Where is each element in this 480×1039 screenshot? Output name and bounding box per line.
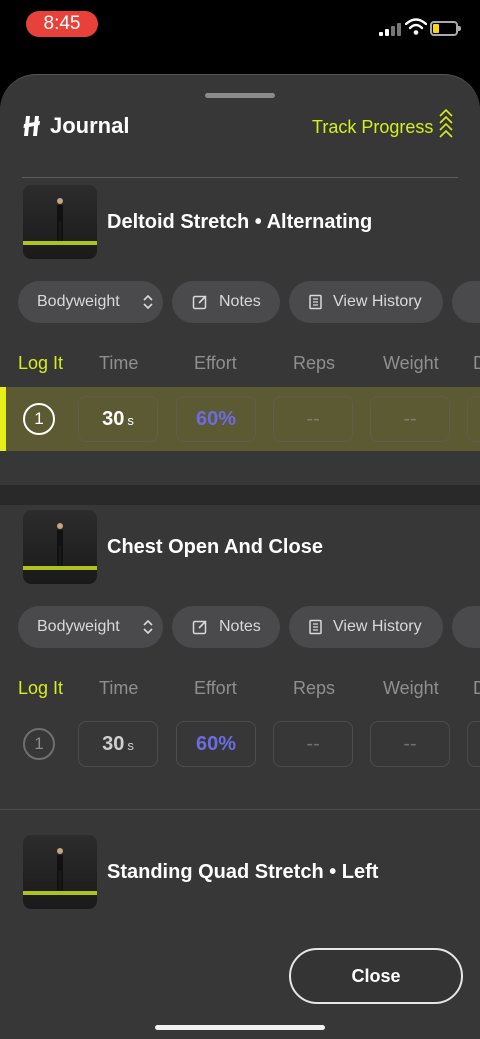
time-cell[interactable]: 30 s <box>78 721 158 767</box>
page-title: Journal <box>50 113 130 138</box>
exercise-title: Chest Open And Close <box>107 536 323 558</box>
view-history-label: View History <box>333 293 422 310</box>
time-cell[interactable]: 30 s <box>78 396 158 442</box>
header-divider <box>22 177 458 178</box>
notes-button[interactable]: Notes <box>172 281 280 323</box>
exercise-figure-icon <box>57 198 63 241</box>
effort-cell[interactable]: 60% <box>176 396 256 442</box>
reps-cell[interactable]: -- <box>273 721 353 767</box>
extra-cell[interactable] <box>467 721 480 767</box>
journal-logo-icon <box>23 116 40 136</box>
edit-icon <box>192 620 207 635</box>
col-time: Time <box>99 678 139 698</box>
sheet-grabber[interactable] <box>205 93 275 98</box>
weight-cell[interactable]: -- <box>370 396 450 442</box>
weight-cell[interactable]: -- <box>370 721 450 767</box>
set-row[interactable]: 1 30 s 60% -- -- <box>0 712 480 776</box>
col-weight: Weight <box>383 678 439 698</box>
col-reps: Reps <box>293 678 336 698</box>
close-button[interactable]: Close <box>289 948 463 1004</box>
col-more: D <box>473 678 480 699</box>
notes-label: Notes <box>219 618 261 635</box>
book-icon <box>309 619 322 635</box>
swap-icon <box>143 619 153 635</box>
notes-button[interactable]: Notes <box>172 606 280 648</box>
equipment-selector[interactable]: Bodyweight <box>18 281 163 323</box>
col-time: Time <box>99 353 139 373</box>
col-effort: Effort <box>194 353 237 373</box>
col-log-it: Log It <box>18 353 64 373</box>
view-history-button[interactable]: View History <box>289 606 443 648</box>
exercise-title: Deltoid Stretch • Alternating <box>107 211 373 233</box>
col-more: D <box>473 353 480 374</box>
edit-icon <box>192 295 207 310</box>
track-progress-link[interactable]: Track Progress <box>312 117 433 138</box>
set-number[interactable]: 1 <box>23 403 55 435</box>
equipment-selector[interactable]: Bodyweight <box>18 606 163 648</box>
col-log-it: Log It <box>18 678 64 698</box>
exercise-thumbnail[interactable] <box>23 510 97 584</box>
exercise-title: Standing Quad Stretch • Left <box>107 861 379 883</box>
status-bar: 8:45 <box>0 0 480 50</box>
journal-header: Journal Track Progress <box>0 105 480 145</box>
col-weight: Weight <box>383 353 439 373</box>
equipment-label: Bodyweight <box>37 293 120 310</box>
exercise-thumbnail[interactable] <box>23 185 97 259</box>
chevrons-up-icon[interactable] <box>437 107 455 143</box>
active-indicator <box>0 387 6 451</box>
more-pill[interactable] <box>452 606 480 648</box>
swap-icon <box>143 294 153 310</box>
journal-sheet: Journal Track Progress Deltoid Stretch •… <box>0 74 480 1039</box>
reps-cell[interactable]: -- <box>273 396 353 442</box>
exercise-thumbnail[interactable] <box>23 835 97 909</box>
set-row[interactable]: 1 30 s 60% -- -- <box>0 387 480 451</box>
book-icon <box>309 294 322 310</box>
battery-icon <box>430 21 461 36</box>
home-indicator <box>155 1025 325 1030</box>
section-separator <box>0 485 480 505</box>
column-headers: Log It Time Effort Reps Weight D <box>0 353 480 377</box>
more-pill[interactable] <box>452 281 480 323</box>
wifi-icon <box>405 18 427 35</box>
extra-cell[interactable] <box>467 396 480 442</box>
notes-label: Notes <box>219 293 261 310</box>
section-divider <box>0 809 480 810</box>
view-history-label: View History <box>333 618 422 635</box>
col-reps: Reps <box>293 353 336 373</box>
cellular-signal-icon <box>379 22 401 36</box>
view-history-button[interactable]: View History <box>289 281 443 323</box>
col-effort: Effort <box>194 678 237 698</box>
effort-cell[interactable]: 60% <box>176 721 256 767</box>
set-number[interactable]: 1 <box>23 728 55 760</box>
status-time: 8:45 <box>26 11 98 37</box>
equipment-label: Bodyweight <box>37 618 120 635</box>
exercise-figure-icon <box>57 523 63 566</box>
exercise-figure-icon <box>57 848 63 891</box>
column-headers: Log It Time Effort Reps Weight D <box>0 678 480 702</box>
